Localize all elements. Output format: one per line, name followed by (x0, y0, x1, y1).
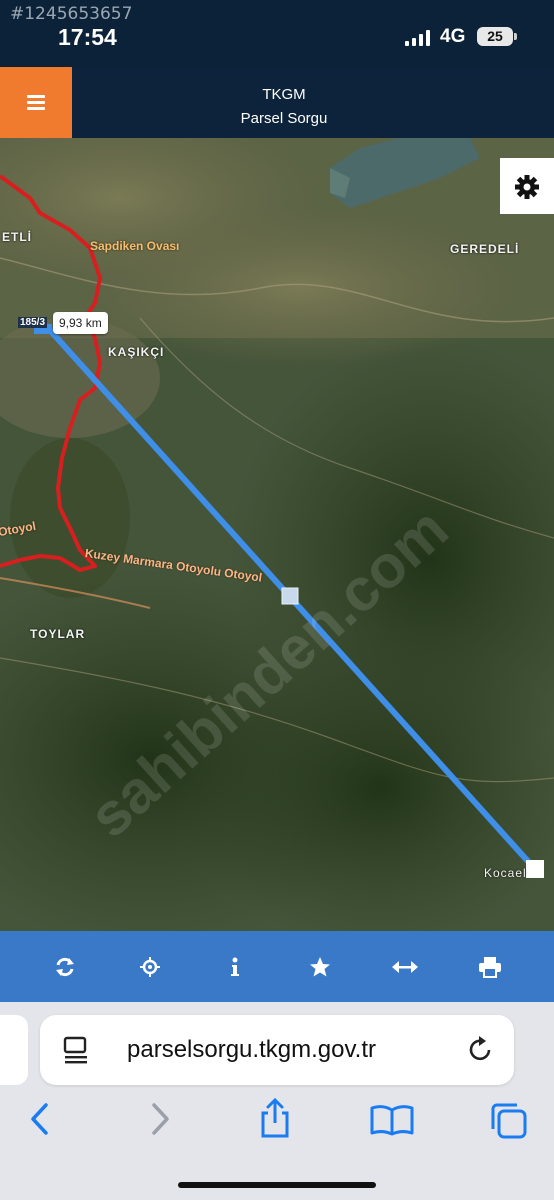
measure-icon (391, 960, 418, 973)
app-title: TKGM (262, 86, 306, 103)
home-indicator (178, 1182, 376, 1188)
measure-button[interactable] (385, 947, 425, 987)
place-label: TOYLAR (30, 627, 86, 641)
previous-tab-preview[interactable] (0, 1015, 28, 1085)
place-label: Sapdiken Ovası (90, 239, 180, 253)
map-view[interactable]: ETLİ Sapdiken Ovası GEREDELİ KAŞIKÇI Oto… (0, 138, 554, 931)
battery-tip (514, 33, 517, 40)
gear-icon (515, 175, 539, 199)
info-button[interactable] (215, 947, 255, 987)
back-icon[interactable] (28, 1102, 52, 1136)
locate-icon (139, 956, 160, 977)
bookmarks-icon[interactable] (370, 1104, 414, 1136)
place-label: KAŞIKÇI (108, 345, 165, 359)
url-text[interactable]: parselsorgu.tkgm.gov.tr (127, 1036, 376, 1064)
app-subtitle: Parsel Sorgu (240, 110, 328, 127)
parcel-label: 185/3 (18, 317, 48, 328)
star-icon (309, 956, 330, 976)
favorite-button[interactable] (300, 947, 340, 987)
status-time: 17:54 (58, 24, 117, 50)
place-label: GEREDELİ (450, 242, 520, 256)
cellular-signal-icon (405, 30, 430, 46)
battery-icon: 25 (477, 27, 513, 46)
locate-button[interactable] (130, 947, 170, 987)
place-label: Kocael (484, 866, 527, 880)
settings-button[interactable] (500, 158, 554, 214)
satellite-imagery (0, 138, 554, 931)
measure-end-handle (526, 860, 544, 878)
reload-icon[interactable] (467, 1036, 495, 1064)
refresh-icon (55, 957, 74, 976)
forward-icon[interactable] (148, 1102, 172, 1136)
share-icon[interactable] (258, 1097, 292, 1139)
overlay-id-text: #1245653657 (10, 4, 133, 24)
print-button[interactable] (470, 947, 510, 987)
refresh-button[interactable] (45, 947, 85, 987)
place-label: ETLİ (2, 230, 32, 244)
print-icon (478, 956, 501, 978)
map-toolbar (0, 931, 554, 1002)
network-type: 4G (440, 26, 466, 47)
reader-icon[interactable] (63, 1036, 89, 1064)
info-icon (230, 957, 239, 976)
tabs-icon[interactable] (489, 1101, 529, 1141)
measure-distance-label: 9,93 km (53, 312, 108, 334)
